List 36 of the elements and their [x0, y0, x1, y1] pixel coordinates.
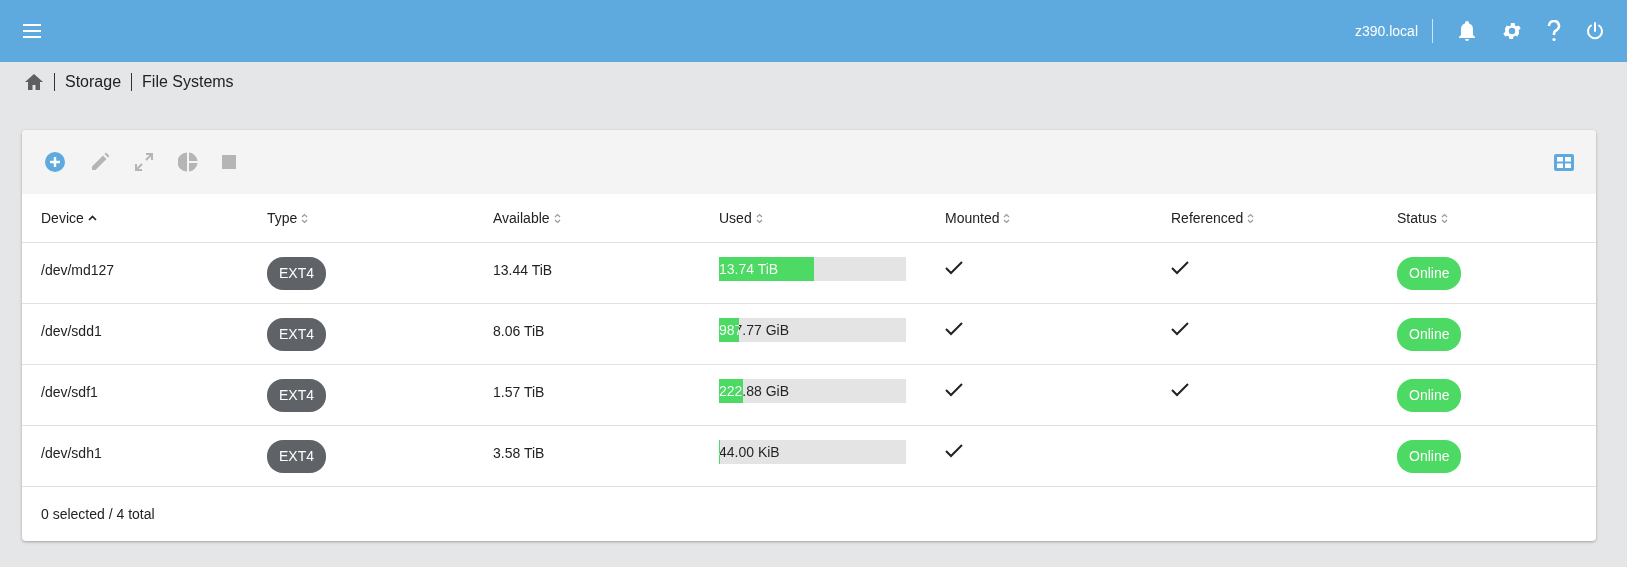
selection-count: 0 selected / 4 total — [41, 504, 155, 524]
notification-bell-icon[interactable] — [1457, 20, 1477, 42]
available-cell-text: 1.57 TiB — [493, 383, 546, 402]
breadcrumb-link[interactable]: File Systems — [142, 70, 234, 94]
filesystem-type-badge: EXT4 — [267, 318, 326, 351]
device-cell-text: /dev/sdh1 — [41, 444, 103, 463]
status-badge: Online — [1397, 440, 1462, 473]
column-header[interactable]: Status — [1397, 207, 1437, 229]
available-cell-text: 13.44 TiB — [493, 261, 554, 280]
breadcrumb-link[interactable]: Storage — [65, 70, 122, 94]
settings-icon[interactable] — [1501, 20, 1523, 42]
filesystem-type-badge: EXT4 — [267, 440, 326, 473]
add-icon[interactable] — [44, 151, 66, 173]
device-cell-text: /dev/md127 — [41, 261, 116, 280]
column-header[interactable]: Device — [41, 207, 84, 229]
status-badge: Online — [1397, 379, 1462, 412]
menu-button[interactable] — [22, 23, 42, 39]
column-header[interactable]: Available — [493, 207, 550, 229]
device-cell-text: /dev/sdf1 — [41, 383, 99, 402]
column-header[interactable]: Referenced — [1171, 207, 1244, 229]
filesystem-type-badge: EXT4 — [267, 257, 326, 290]
available-cell-text: 3.58 TiB — [493, 444, 546, 463]
column-header[interactable]: Mounted — [945, 207, 1000, 229]
hostname: z390.local — [1354, 19, 1433, 43]
status-badge: Online — [1397, 257, 1462, 290]
available-cell-text: 8.06 TiB — [493, 322, 546, 341]
column-header[interactable]: Used — [719, 207, 752, 229]
home-icon[interactable] — [24, 73, 44, 91]
table-row[interactable]: /dev/md127 EXT4 13.44 TiB 13.74 TiB Online — [22, 243, 1596, 304]
table-layout-icon[interactable] — [1554, 153, 1574, 171]
status-badge: Online — [1397, 318, 1462, 351]
column-header[interactable]: Type — [267, 207, 298, 229]
filesystem-type-badge: EXT4 — [267, 379, 326, 412]
power-icon[interactable] — [1585, 21, 1605, 41]
device-cell-text: /dev/sdd1 — [41, 322, 103, 341]
help-icon[interactable] — [1547, 20, 1561, 42]
